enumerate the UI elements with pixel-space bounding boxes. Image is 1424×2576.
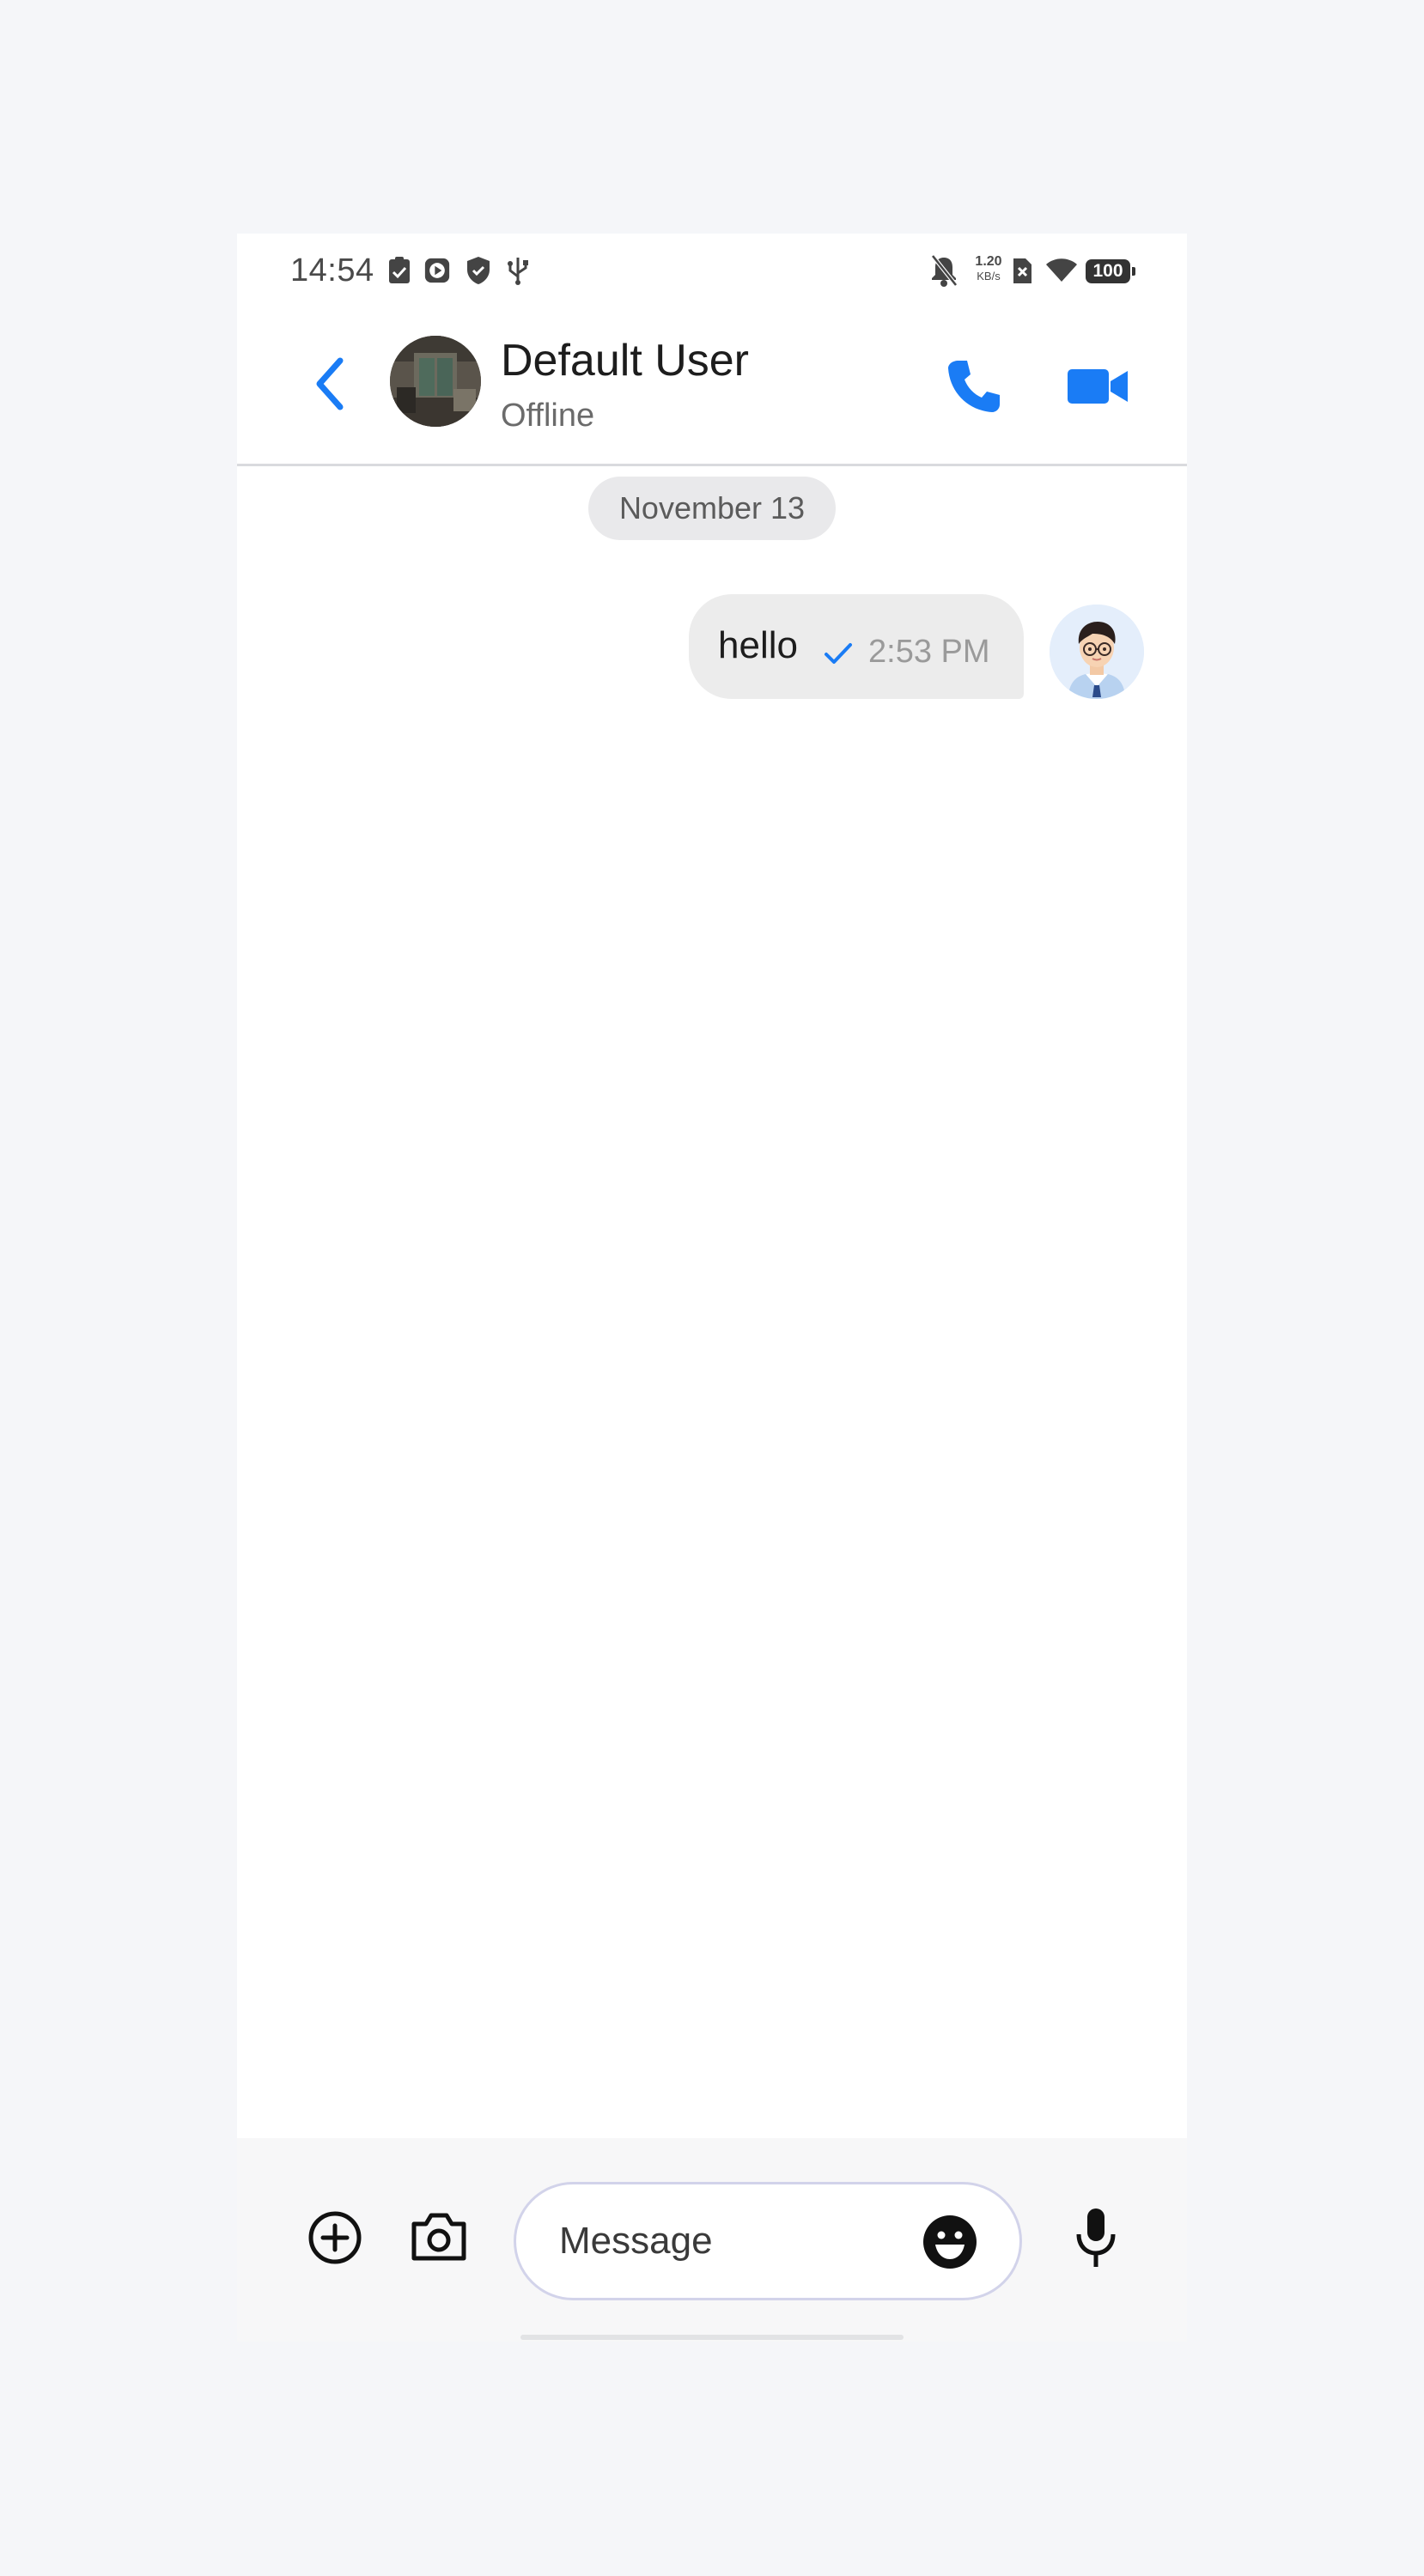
message-text: hello bbox=[718, 624, 798, 666]
message-field[interactable] bbox=[514, 2182, 1022, 2300]
shield-check-icon bbox=[467, 257, 490, 284]
back-button[interactable] bbox=[302, 345, 362, 422]
sim-x-icon bbox=[1013, 258, 1031, 283]
network-speed: 1.20 KB/s bbox=[970, 254, 1007, 283]
emoji-button[interactable] bbox=[922, 2214, 978, 2270]
usb-icon bbox=[508, 258, 528, 285]
status-bar: 14:54 1.20 KB/s 100 bbox=[237, 234, 1187, 307]
sent-check-icon bbox=[825, 643, 852, 664]
voice-message-button[interactable] bbox=[1070, 2203, 1122, 2272]
clipboard-check-icon bbox=[389, 257, 410, 283]
contact-avatar[interactable] bbox=[390, 336, 481, 427]
home-indicator[interactable] bbox=[520, 2335, 904, 2340]
video-camera-icon bbox=[1068, 369, 1128, 404]
user-avatar-image bbox=[1050, 605, 1144, 699]
message-composer bbox=[237, 2138, 1187, 2342]
video-call-button[interactable] bbox=[1064, 352, 1133, 421]
status-time: 14:54 bbox=[290, 252, 374, 289]
network-speed-unit: KB/s bbox=[977, 270, 1001, 283]
voice-call-button[interactable] bbox=[940, 352, 1008, 421]
microphone-icon bbox=[1076, 2208, 1116, 2267]
chat-header: Default User Offline bbox=[237, 307, 1187, 466]
network-speed-value: 1.20 bbox=[975, 254, 1002, 269]
contact-avatar-image bbox=[390, 336, 481, 427]
bell-off-icon bbox=[931, 254, 958, 287]
chat-screen: 14:54 1.20 KB/s 100 Default User Offline… bbox=[237, 234, 1187, 2342]
camera-icon bbox=[411, 2213, 466, 2261]
attach-button[interactable] bbox=[304, 2207, 366, 2269]
my-avatar[interactable] bbox=[1050, 605, 1144, 699]
camera-button[interactable] bbox=[407, 2205, 471, 2267]
phone-icon bbox=[948, 361, 1000, 412]
battery-icon: 100 bbox=[1086, 259, 1135, 283]
contact-status: Offline bbox=[501, 398, 595, 434]
message-time: 2:53 PM bbox=[868, 634, 990, 670]
play-circle-icon bbox=[424, 258, 450, 283]
chevron-left-icon bbox=[316, 357, 344, 410]
date-separator: November 13 bbox=[588, 477, 836, 540]
wifi-icon bbox=[1046, 258, 1077, 282]
contact-name[interactable]: Default User bbox=[501, 335, 749, 386]
message-input[interactable] bbox=[557, 2210, 904, 2272]
smiley-icon bbox=[923, 2215, 977, 2269]
plus-circle-icon bbox=[308, 2211, 362, 2264]
